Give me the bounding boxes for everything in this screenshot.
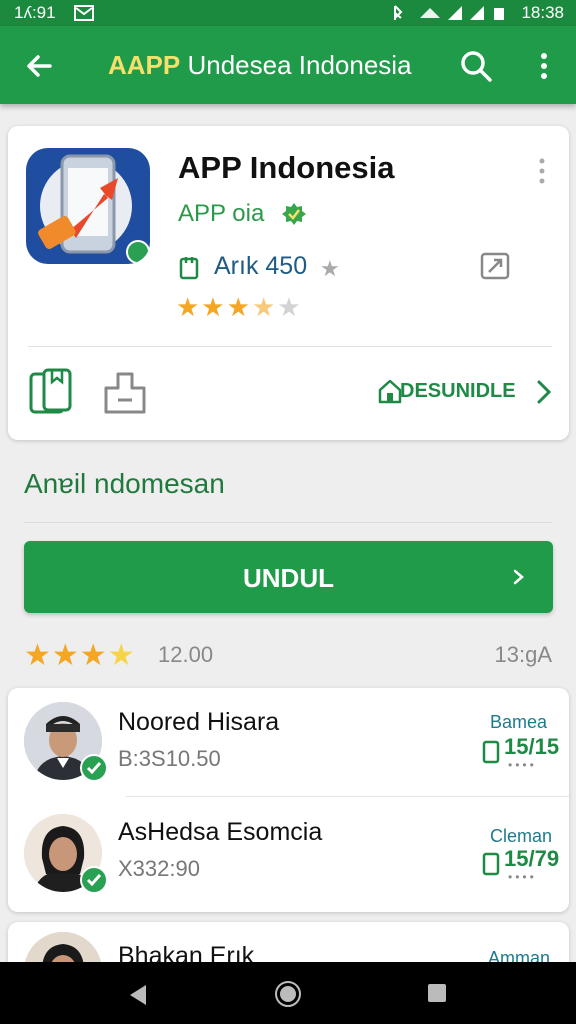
status-bar: 1ʎ:91 18:38 (0, 0, 576, 26)
section-title: Anɐil ndomesan (24, 468, 225, 499)
reviewer-detail: X332:90 (118, 856, 200, 881)
reviewer-name: Noored Hisara (118, 708, 280, 736)
app-rating-stars: ★★★★★ (176, 292, 303, 322)
reviewer-detail: B:3S10.50 (118, 746, 221, 771)
reviewer-dots: •••• (508, 758, 537, 772)
review-count: 12.00 (158, 642, 214, 667)
app-size: 13:gA (494, 642, 553, 667)
rank-label: Arık 450 (214, 252, 308, 280)
share-icon[interactable] (102, 370, 148, 416)
app-bar-title-rest: Undesea Indonesia (180, 50, 412, 80)
card-divider (28, 346, 552, 347)
install-button-label: UNDUL (243, 563, 334, 593)
nav-recents-icon[interactable] (426, 982, 448, 1004)
reviewer-name: AsHedsa Esomcia (118, 818, 323, 846)
arrow-left-icon[interactable] (20, 46, 60, 86)
search-icon[interactable] (456, 46, 496, 86)
list-divider (126, 796, 569, 797)
app-info-card: APP Indonesia APP oia Arık 450 ★ ★★★★★ D… (8, 126, 569, 440)
device-icon (482, 852, 500, 876)
bookmark-icon[interactable] (28, 368, 74, 416)
nav-home-icon[interactable] (274, 980, 302, 1008)
app-icon[interactable] (26, 148, 150, 264)
verified-badge-icon (80, 754, 108, 782)
install-button[interactable]: UNDUL (24, 541, 553, 613)
card-more-icon[interactable] (536, 156, 548, 186)
reviewer-tag: Cleman (490, 826, 553, 846)
status-icons (394, 5, 504, 20)
status-time-right: 18:38 (521, 3, 564, 22)
status-time-left: 1ʎ:91 (14, 3, 56, 22)
chevron-right-icon (513, 569, 524, 585)
external-link-icon[interactable] (480, 252, 512, 280)
app-logo-icon (38, 154, 150, 264)
device-icon (482, 740, 500, 764)
home-icon (378, 379, 402, 404)
developer-name[interactable]: APP oia (178, 200, 264, 228)
device-icon (179, 257, 199, 280)
reviewer-score: 15/15 (504, 734, 560, 759)
rank-star-icon: ★ (320, 256, 340, 281)
app-bar-title: AAPP Undesea Indonesia (108, 50, 412, 81)
navigation-bar (0, 962, 576, 1024)
section-divider (24, 522, 552, 523)
chevron-right-icon[interactable] (534, 378, 554, 406)
reviewer-dots: •••• (508, 870, 537, 884)
verified-badge-icon (80, 866, 108, 894)
app-bar: AAPP Undesea Indonesia (0, 26, 576, 104)
verified-badge-icon (282, 203, 306, 225)
rating-stars: ★★★★ (24, 639, 136, 672)
message-icon (74, 5, 94, 21)
reviewer-list: Noored Hisara B:3S10.50 Bamea 15/15 ••••… (8, 688, 569, 912)
app-bar-title-prefix: AAPP (108, 50, 181, 80)
more-vert-icon[interactable] (526, 46, 562, 86)
app-name: APP Indonesia (178, 150, 395, 185)
reviewer-score: 15/79 (504, 846, 560, 871)
download-link[interactable]: DESUNIDLE (400, 380, 516, 403)
nav-back-icon[interactable] (126, 982, 150, 1008)
reviewer-tag: Bamea (490, 712, 548, 732)
